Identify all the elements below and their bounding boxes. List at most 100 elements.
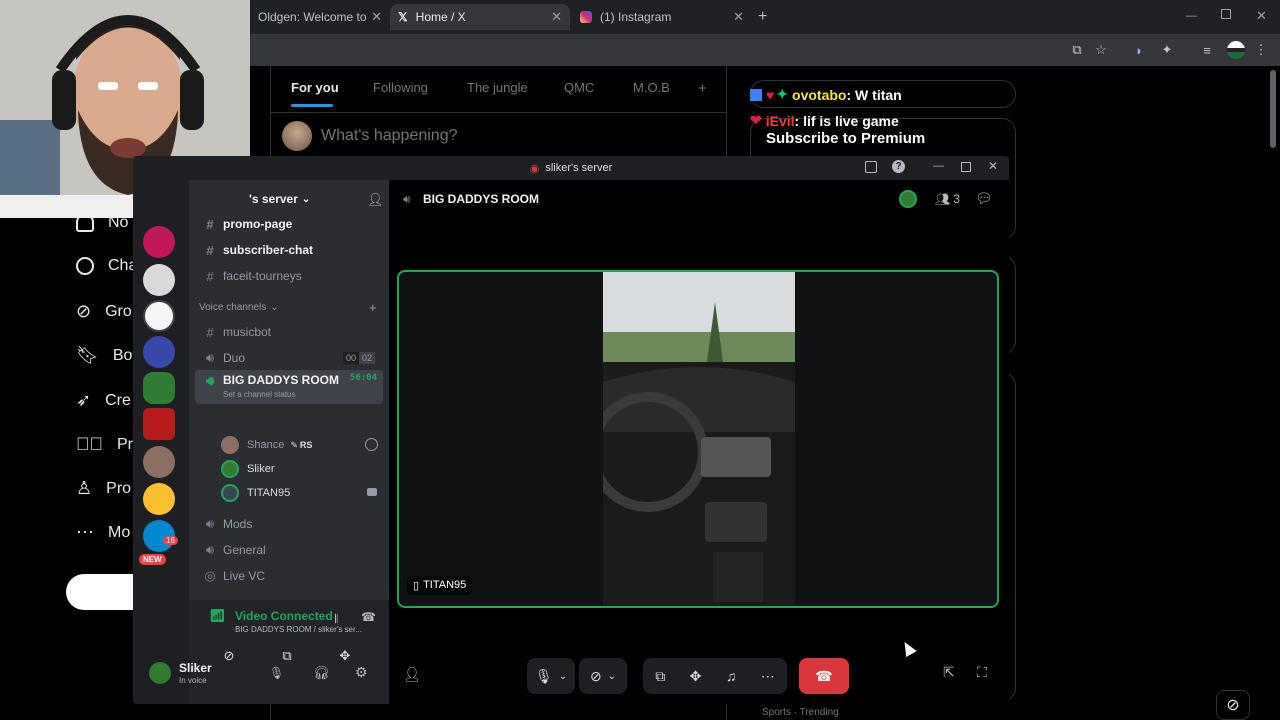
grok-icon: ⊘ [76,301,92,321]
chat-message: : lif is live game [794,112,899,129]
fullscreen-icon[interactable]: ⛶ [977,664,987,681]
server-icon[interactable] [143,300,175,332]
server-icon[interactable] [143,336,175,368]
invite-people-icon[interactable]: 👤︎ [403,666,421,683]
tab-for-you[interactable]: For you [291,80,339,95]
compose-input[interactable]: What's happening? [321,127,457,145]
channel-big-daddys-room[interactable]: 🔊︎ BIG DADDYS ROOM Set a channel status … [195,370,383,404]
close-window-icon[interactable]: ✕ [988,159,998,173]
phone-icon: ▯ [413,580,420,592]
microphone-icon[interactable]: 🎙︎ [269,666,284,680]
server-name-button[interactable]: 's server ⌄ [249,192,310,206]
nav-profile[interactable]: ♙ Pro [76,478,131,499]
add-channel-icon[interactable]: + [369,300,377,315]
tab-following[interactable]: Following [373,80,428,95]
hash-icon: # [206,324,214,340]
settings-gear-icon[interactable]: ⚙ [355,664,368,681]
grok-icon[interactable]: ⊘ [1216,690,1250,720]
pop-out-icon[interactable]: ⇱ [943,664,955,681]
disconnect-button[interactable]: ☎︎ [799,658,849,694]
nav-chat[interactable]: Cha [76,257,137,275]
window-title: sliker's server [545,162,613,174]
close-window-icon[interactable]: ✕ [1256,8,1267,24]
channel-duo[interactable]: 🔊︎ Duo 00 02 [195,346,383,370]
tab-the-jungle[interactable]: The jungle [467,80,528,95]
more-options-icon[interactable]: ⋯ [761,668,775,685]
avatar[interactable] [149,662,171,684]
camera-off-icon[interactable]: ⊘ [215,648,243,668]
channel-subscriber-chat[interactable]: # subscriber-chat [195,238,383,262]
minimize-window-icon[interactable]: — [933,160,944,172]
nav-label: Mo [108,523,131,541]
activities-icon[interactable]: ✥ [690,668,702,685]
tab-qmc[interactable]: QMC [564,80,594,95]
username[interactable]: Sliker [179,661,212,675]
nav-bookmarks[interactable]: 🔖︎ Boo [76,345,141,366]
member-count-button[interactable]: 👥︎ 3 [935,192,960,206]
inbox-icon[interactable] [865,161,877,173]
tab-close-icon[interactable]: ✕ [551,9,562,25]
voice-user-shance[interactable]: Shance ✎ RS [221,434,312,456]
avatar[interactable] [282,121,312,151]
extensions-puzzle-icon[interactable]: ✦ [1158,41,1176,59]
voice-user-sliker[interactable]: Sliker [221,458,275,480]
voice-user-titan95[interactable]: TITAN95 [221,482,290,504]
voice-status[interactable]: Video Connected [235,609,333,623]
server-icon[interactable] [143,446,175,478]
chat-message: : W titan [846,86,902,103]
channel-mods[interactable]: 🔊︎ Mods [195,512,383,536]
add-member-icon[interactable]: 👤︎ [367,192,384,208]
install-app-icon[interactable]: ⧉ [1068,41,1086,59]
video-stream-tile[interactable]: ▯ TITAN95 [397,270,999,608]
nav-more[interactable]: ⋯ Mo [76,522,130,543]
camera-off-icon: ⊘ [589,667,602,684]
disconnect-icon[interactable]: ☎︎ [361,610,376,624]
channel-status-text[interactable]: Set a channel status [223,390,339,399]
tab-mob[interactable]: M.O.B [633,80,670,95]
channel-musicbot[interactable]: # musicbot [195,320,383,344]
server-icon[interactable] [143,408,175,440]
server-icon[interactable] [143,226,175,258]
headphones-icon[interactable]: 🎧︎ [313,665,330,681]
server-icon[interactable] [143,372,175,404]
tab-close-icon[interactable]: ✕ [733,9,744,25]
media-controls-icon[interactable]: ≡ [1198,41,1216,59]
browser-tab-oldgen[interactable]: Oldgen: Welcome to the N ✕ [250,4,390,30]
browser-tab-instagram[interactable]: (1) Instagram ✕ [572,4,752,30]
profile-avatar[interactable] [1227,41,1245,59]
browser-tab-x[interactable]: 𝕏 Home / X ✕ [390,4,570,30]
minimize-window-icon[interactable]: — [1186,10,1197,22]
soundboard-icon[interactable]: ♫ [726,668,737,684]
tab-close-icon[interactable]: ✕ [371,9,382,25]
new-tab-button[interactable]: + [758,8,767,26]
server-icon[interactable] [143,483,175,515]
nav-grok[interactable]: ⊘ Gro [76,301,132,322]
extension-icon[interactable]: ◗ [1130,41,1148,59]
chat-bubble-icon[interactable]: 💬︎ [975,190,993,207]
noise-suppression-icon[interactable]: 𝄃 [335,612,338,627]
add-list-tab-button[interactable]: + [698,80,707,97]
server-icon[interactable] [143,264,175,296]
avatar[interactable] [899,190,917,208]
bookmark-star-icon[interactable]: ☆ [1092,41,1110,59]
channel-promo-page[interactable]: # promo-page [195,212,383,236]
chat-line: ❤ iEvil : lif is live game [750,112,899,129]
channel-label: BIG DADDYS ROOM [223,373,340,387]
help-icon[interactable]: ? [892,160,905,173]
camera-button[interactable]: ⊘ ⌄ [579,658,627,694]
maximize-window-icon[interactable] [961,162,971,172]
channel-general[interactable]: 🔊︎ General [195,538,383,562]
maximize-window-icon[interactable] [1221,9,1231,19]
voice-category-header[interactable]: Voice channels ⌄ [199,302,279,313]
microphone-button[interactable]: 🎙︎ ⌄ [527,658,575,694]
channel-faceit-tourneys[interactable]: # faceit-tourneys [195,264,383,288]
nav-label: Cre [105,391,131,409]
channel-live-vc[interactable]: ◎ Live VC [195,564,383,588]
browser-menu-icon[interactable]: ⋮ [1252,41,1270,59]
screen-share-icon[interactable]: ⧉ [273,648,301,668]
screen-share-icon[interactable]: ⧉ [655,668,665,685]
scrollbar-thumb[interactable] [1270,70,1276,148]
video-camera-icon [367,488,377,496]
voice-location[interactable]: BIG DADDYS ROOM / sliker's ser... [235,625,362,634]
nav-creator-studio[interactable]: ➶ Cre [76,390,131,411]
